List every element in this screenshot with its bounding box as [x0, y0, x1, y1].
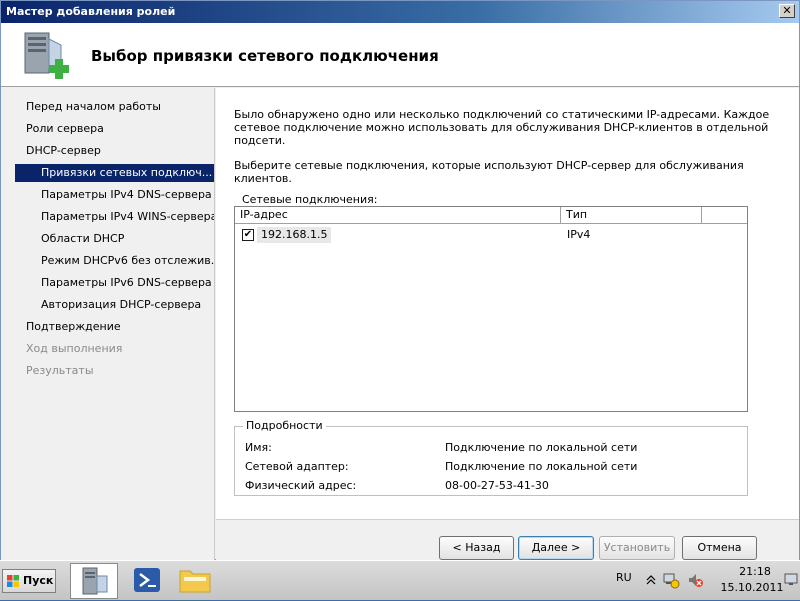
connection-checkbox[interactable]: ✔ — [242, 229, 254, 241]
details-legend: Подробности — [243, 419, 326, 432]
column-header-type[interactable]: Тип — [561, 207, 702, 224]
page-title: Выбор привязки сетевого подключения — [91, 47, 439, 65]
taskbar: Пуск RU 21:18 15.10.2011 — [0, 560, 800, 600]
start-label: Пуск — [23, 574, 54, 587]
content-pane: Было обнаружено одно или несколько подкл… — [216, 88, 799, 519]
button-bar: < Назад Далее > Установить Отмена — [216, 519, 799, 561]
details-row-adapter: Сетевой адаптер: Подключение по локально… — [245, 460, 637, 473]
window-title: Мастер добавления ролей — [6, 5, 176, 18]
list-header: IP-адрес Тип — [235, 207, 747, 224]
nav-item-ipv4-dns[interactable]: Параметры IPv4 DNS-сервера — [1, 186, 214, 204]
powershell-icon — [134, 568, 160, 592]
volume-muted-icon[interactable] — [686, 571, 704, 589]
details-value: 08-00-27-53-41-30 — [445, 479, 549, 492]
clock-date[interactable]: 15.10.2011 — [716, 581, 788, 594]
start-button[interactable]: Пуск — [2, 569, 56, 593]
connections-list[interactable]: IP-адрес Тип ✔ 192.168.1.5 IPv4 — [234, 206, 748, 412]
nav-item-dhcp-authorization[interactable]: Авторизация DHCP-сервера — [1, 296, 214, 314]
nav-item-progress: Ход выполнения — [26, 342, 123, 355]
server-add-icon — [24, 32, 69, 79]
nav-item-dhcp-scopes[interactable]: Области DHCP — [1, 230, 214, 248]
details-row-name: Имя: Подключение по локальной сети — [245, 441, 637, 454]
connection-ip[interactable]: 192.168.1.5 — [257, 227, 332, 243]
details-label: Физический адрес: — [245, 479, 357, 492]
description-text: Было обнаружено одно или несколько подкл… — [234, 108, 770, 147]
nav-item-results: Результаты — [26, 364, 94, 377]
details-row-mac: Физический адрес: 08-00-27-53-41-30 — [245, 479, 549, 492]
nav-item-ipv6-dns[interactable]: Параметры IPv6 DNS-сервера — [1, 274, 214, 292]
back-button[interactable]: < Назад — [439, 536, 514, 560]
details-label: Сетевой адаптер: — [245, 460, 349, 473]
details-value: Подключение по локальной сети — [445, 460, 638, 473]
connections-label: Сетевые подключения: — [242, 193, 378, 206]
details-label: Имя: — [245, 441, 272, 454]
close-icon: ✕ — [782, 4, 792, 17]
nav-item-network-bindings[interactable]: Привязки сетевых подключ... — [15, 164, 214, 182]
install-button: Установить — [599, 536, 675, 560]
instruction-text: Выберите сетевые подключения, которые ис… — [234, 159, 744, 185]
system-tray: RU 21:18 15.10.2011 — [608, 561, 800, 601]
network-icon[interactable] — [662, 571, 680, 589]
wizard-window: Мастер добавления ролей ✕ Выбор привязки… — [0, 0, 800, 561]
nav-item-before-start[interactable]: Перед началом работы — [1, 98, 214, 116]
taskbar-powershell[interactable] — [124, 563, 172, 599]
wizard-nav: Перед началом работы Роли сервера DHCP-с… — [1, 88, 215, 561]
wizard-header: Выбор привязки сетевого подключения — [1, 23, 799, 87]
nav-item-dhcpv6-mode[interactable]: Режим DHCPv6 без отслежив... — [1, 252, 214, 270]
nav-item-confirmation[interactable]: Подтверждение — [1, 318, 214, 336]
explorer-folder-icon — [179, 570, 211, 593]
table-row[interactable]: ✔ 192.168.1.5 IPv4 — [235, 226, 747, 244]
details-group: Подробности Имя: Подключение по локально… — [234, 419, 748, 496]
windows-logo-icon — [7, 575, 19, 587]
close-button[interactable]: ✕ — [779, 4, 795, 18]
clock-time[interactable]: 21:18 — [730, 565, 780, 578]
show-hidden-icons-icon[interactable] — [646, 574, 656, 586]
connection-type: IPv4 — [567, 228, 591, 241]
taskbar-explorer[interactable] — [172, 563, 220, 599]
language-indicator[interactable]: RU — [616, 571, 632, 584]
details-value: Подключение по локальной сети — [445, 441, 638, 454]
title-bar[interactable]: Мастер добавления ролей ✕ — [1, 1, 799, 23]
nav-item-dhcp-server[interactable]: DHCP-сервер — [1, 142, 214, 160]
column-header-filler — [702, 207, 747, 224]
next-button[interactable]: Далее > — [518, 536, 594, 560]
server-manager-icon — [82, 567, 108, 595]
nav-item-server-roles[interactable]: Роли сервера — [1, 120, 214, 138]
column-header-ip[interactable]: IP-адрес — [235, 207, 561, 224]
nav-item-ipv4-wins[interactable]: Параметры IPv4 WINS-сервера — [1, 208, 214, 226]
cancel-button[interactable]: Отмена — [682, 536, 757, 560]
show-desktop-icon[interactable] — [783, 571, 799, 587]
taskbar-server-manager[interactable] — [70, 563, 118, 599]
